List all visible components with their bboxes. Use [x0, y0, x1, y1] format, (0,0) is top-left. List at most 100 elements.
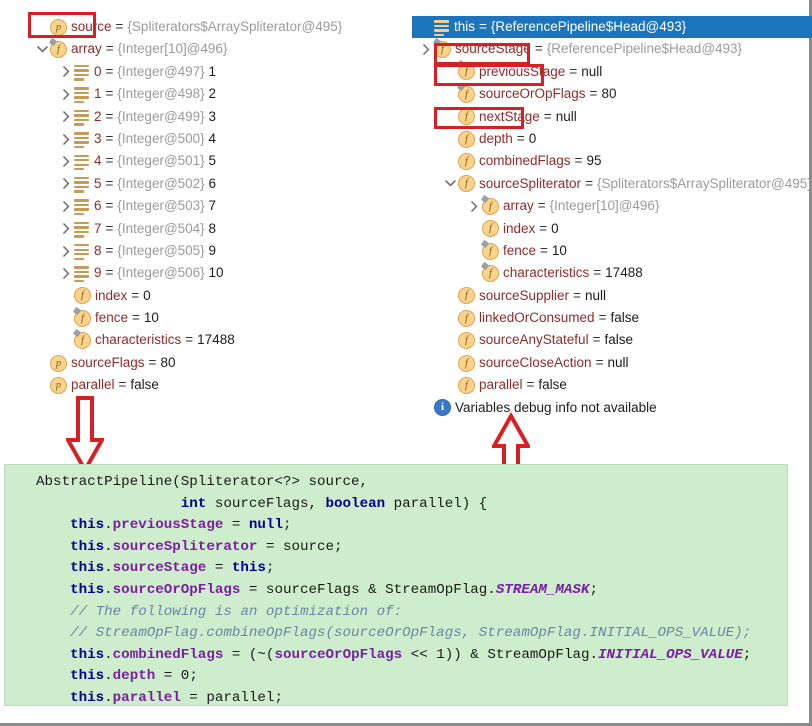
- code-token: ;: [742, 646, 752, 663]
- variable-row[interactable]: 9 = {Integer@506} 10: [0, 262, 406, 284]
- equals-sign: =: [543, 108, 552, 124]
- variable-row[interactable]: fence=10: [0, 307, 406, 329]
- variable-row[interactable]: 3 = {Integer@500} 4: [0, 128, 406, 150]
- variable-row[interactable]: parallel=false: [412, 374, 812, 396]
- code-token: =: [223, 517, 249, 534]
- variable-name: sourceAnyStateful: [479, 332, 589, 348]
- equals-sign: =: [105, 153, 114, 169]
- variable-row[interactable]: sourceFlags=80: [0, 352, 406, 374]
- equals-sign: =: [148, 354, 157, 370]
- variable-row[interactable]: index=0: [412, 218, 812, 240]
- code-token: // The following is an optimization of:: [19, 603, 403, 620]
- equals-sign: =: [105, 41, 114, 57]
- code-token: = parallel;: [180, 689, 283, 706]
- chevron-right-icon[interactable]: [58, 218, 74, 240]
- variable-row[interactable]: index=0: [0, 285, 406, 307]
- variable-row[interactable]: 5 = {Integer@502} 6: [0, 173, 406, 195]
- field-icon: [482, 220, 499, 238]
- variable-row[interactable]: 8 = {Integer@505} 9: [0, 240, 406, 262]
- code-line: this.depth = 0;: [19, 666, 787, 688]
- code-token: ;: [589, 581, 598, 598]
- variable-row[interactable]: 6 = {Integer@503} 7: [0, 195, 406, 217]
- chevron-right-icon[interactable]: [58, 195, 74, 217]
- property-icon: [50, 354, 67, 372]
- variable-value: {Integer@497}: [117, 63, 205, 79]
- code-token: null: [248, 517, 283, 534]
- variable-row[interactable]: 1 = {Integer@498} 2: [0, 83, 406, 105]
- code-token: = source;: [257, 538, 343, 555]
- chevron-down-icon[interactable]: [34, 38, 50, 60]
- field-icon: [458, 376, 475, 394]
- variable-name: parallel: [479, 377, 523, 393]
- variable-row[interactable]: array={Integer[10]@496}: [0, 38, 406, 60]
- chevron-right-icon[interactable]: [58, 128, 74, 150]
- code-line: // StreamOpFlag.combineOpFlags(sourceOrO…: [19, 623, 787, 645]
- variable-row[interactable]: linkedOrConsumed=false: [412, 307, 812, 329]
- variable-row[interactable]: combinedFlags=95: [412, 150, 812, 172]
- variable-name: array: [503, 198, 534, 214]
- variable-row[interactable]: fence=10: [412, 240, 812, 262]
- variable-row[interactable]: source={Spliterators$ArraySpliterator@49…: [0, 16, 406, 38]
- chevron-right-icon[interactable]: [418, 38, 434, 60]
- variable-row[interactable]: 2 = {Integer@499} 3: [0, 106, 406, 128]
- variable-value: {ReferencePipeline$Head@493}: [546, 41, 743, 57]
- code-token: // StreamOpFlag.combineOpFlags(sourceOrO…: [19, 625, 752, 642]
- variable-row[interactable]: sourceSpliterator={Spliterators$ArraySpl…: [412, 173, 812, 195]
- this-variable-tree[interactable]: this={ReferencePipeline$Head@493}sourceS…: [412, 16, 812, 419]
- chevron-right-icon[interactable]: [58, 61, 74, 83]
- debug-info-message-row[interactable]: Variables debug info not available: [412, 397, 812, 419]
- code-token: sourceOrOpFlags: [112, 581, 241, 598]
- variable-row[interactable]: sourceStage={ReferencePipeline$Head@493}: [412, 38, 812, 60]
- variable-row[interactable]: 7 = {Integer@504} 8: [0, 218, 406, 240]
- variable-value: null: [584, 287, 606, 303]
- code-token: <<: [402, 646, 437, 663]
- variable-row[interactable]: depth=0: [412, 128, 812, 150]
- variable-value: {Spliterators$ArraySpliterator@495}: [596, 175, 812, 191]
- chevron-right-icon[interactable]: [58, 150, 74, 172]
- chevron-down-icon[interactable]: [442, 173, 458, 195]
- variable-row[interactable]: sourceSupplier=null: [412, 285, 812, 307]
- equals-sign: =: [132, 310, 140, 326]
- variable-value: {Integer@500}: [117, 130, 205, 146]
- variable-value: {Integer@506}: [117, 265, 205, 281]
- variable-row[interactable]: 4 = {Integer@501} 5: [0, 150, 406, 172]
- variable-row[interactable]: nextStage=null: [412, 106, 812, 128]
- variable-value: 17488: [197, 332, 235, 348]
- variable-name: 0: [94, 63, 102, 79]
- variable-row[interactable]: sourceAnyStateful=false: [412, 329, 812, 351]
- debug-info-text: Variables debug info not available: [455, 399, 657, 415]
- variable-tail-value: 2: [204, 86, 216, 102]
- variable-value: null: [607, 354, 629, 370]
- chevron-right-icon[interactable]: [466, 195, 482, 217]
- chevron-right-icon[interactable]: [58, 106, 74, 128]
- variable-row[interactable]: previousStage=null: [412, 61, 812, 83]
- chevron-right-icon[interactable]: [58, 262, 74, 284]
- chevron-right-icon[interactable]: [58, 240, 74, 262]
- chevron-right-icon[interactable]: [58, 173, 74, 195]
- variable-name: 2: [94, 108, 102, 124]
- variable-row[interactable]: 0 = {Integer@497} 1: [0, 61, 406, 83]
- variable-name: sourceSpliterator: [479, 175, 582, 191]
- source-variable-tree[interactable]: source={Spliterators$ArraySpliterator@49…: [0, 16, 406, 397]
- variable-row[interactable]: sourceOrOpFlags=80: [412, 83, 812, 105]
- code-token: int: [180, 495, 207, 512]
- variable-row[interactable]: parallel=false: [0, 374, 406, 396]
- variable-name: 6: [94, 198, 102, 214]
- variable-row[interactable]: sourceCloseAction=null: [412, 352, 812, 374]
- chevron-right-icon[interactable]: [58, 83, 74, 105]
- equals-sign: =: [105, 220, 114, 236]
- equals-sign: =: [573, 287, 581, 303]
- variable-value: false: [130, 377, 159, 393]
- variable-row[interactable]: characteristics=17488: [412, 262, 812, 284]
- variable-name: 5: [94, 175, 102, 191]
- code-token: sourceFlags,: [206, 495, 326, 512]
- property-icon: [50, 18, 67, 36]
- variable-row[interactable]: array={Integer[10]@496}: [412, 195, 812, 217]
- field-icon: [74, 287, 91, 305]
- variable-value: 80: [160, 354, 176, 370]
- variable-row[interactable]: this = {ReferencePipeline$Head@493}: [412, 16, 812, 39]
- variable-row[interactable]: characteristics=17488: [0, 329, 406, 351]
- code-token: .: [104, 689, 113, 706]
